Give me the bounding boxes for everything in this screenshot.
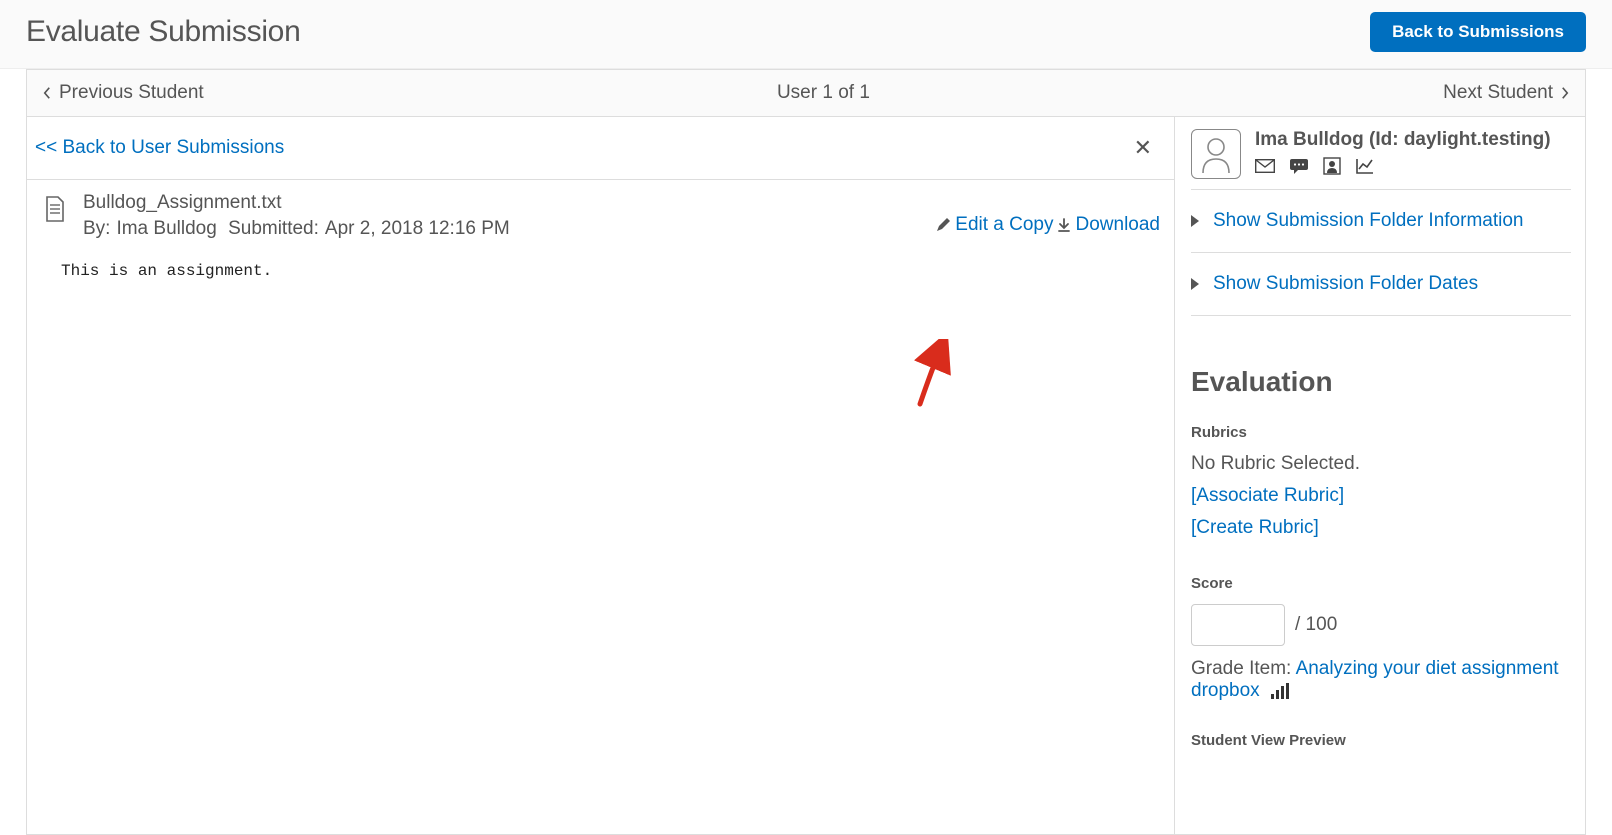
by-label: By:: [83, 218, 110, 239]
previous-student-button[interactable]: Previous Student: [41, 82, 204, 104]
back-to-user-submissions-link[interactable]: << Back to User Submissions: [35, 137, 284, 159]
edit-a-copy-label: Edit a Copy: [955, 214, 1053, 236]
rubrics-label: Rubrics: [1191, 424, 1571, 441]
page-title: Evaluate Submission: [26, 15, 300, 49]
bar-chart-icon[interactable]: [1271, 683, 1289, 699]
next-student-label: Next Student: [1443, 82, 1553, 104]
user-name: Ima Bulldog (Id: daylight.testing): [1255, 129, 1571, 151]
evaluation-heading: Evaluation: [1191, 315, 1571, 424]
profile-card-icon[interactable]: [1323, 157, 1341, 175]
show-folder-dates-label: Show Submission Folder Dates: [1213, 273, 1478, 295]
chevron-right-icon: [1559, 87, 1571, 99]
progress-chart-icon[interactable]: [1355, 157, 1375, 175]
file-document-icon: [44, 195, 66, 223]
avatar: [1191, 129, 1241, 179]
student-view-preview-label: Student View Preview: [1191, 732, 1571, 749]
triangle-right-icon: [1191, 278, 1199, 290]
associate-rubric-link[interactable]: [Associate Rubric]: [1191, 485, 1571, 507]
chat-icon[interactable]: [1289, 158, 1309, 174]
show-folder-info-label: Show Submission Folder Information: [1213, 210, 1523, 232]
download-link[interactable]: Download: [1056, 214, 1161, 236]
file-preview-content: This is an assignment.: [27, 254, 1174, 288]
score-input[interactable]: [1191, 604, 1285, 646]
student-nav-bar: Previous Student User 1 of 1 Next Studen…: [26, 69, 1586, 117]
next-student-button[interactable]: Next Student: [1443, 82, 1571, 104]
submitted-label: Submitted:: [228, 218, 319, 239]
chevron-left-icon: [41, 87, 53, 99]
back-to-submissions-button[interactable]: Back to Submissions: [1370, 12, 1586, 52]
score-label: Score: [1191, 575, 1571, 592]
show-folder-info-toggle[interactable]: Show Submission Folder Information: [1191, 189, 1571, 252]
show-folder-dates-toggle[interactable]: Show Submission Folder Dates: [1191, 252, 1571, 315]
pencil-icon: [935, 217, 951, 233]
annotation-arrow: [910, 339, 960, 409]
file-name: Bulldog_Assignment.txt: [83, 192, 935, 214]
grade-item-label: Grade Item:: [1191, 658, 1291, 679]
person-icon: [1199, 135, 1233, 173]
previous-student-label: Previous Student: [59, 82, 204, 104]
submitter-name: Ima Bulldog: [116, 218, 216, 239]
download-icon: [1056, 217, 1072, 233]
edit-a-copy-link[interactable]: Edit a Copy: [935, 214, 1053, 236]
create-rubric-link[interactable]: [Create Rubric]: [1191, 517, 1571, 539]
triangle-right-icon: [1191, 215, 1199, 227]
user-counter: User 1 of 1: [777, 82, 870, 104]
submitted-date: Apr 2, 2018 12:16 PM: [325, 218, 510, 239]
score-max: / 100: [1295, 614, 1337, 636]
no-rubric-text: No Rubric Selected.: [1191, 453, 1571, 475]
download-label: Download: [1076, 214, 1161, 236]
email-icon[interactable]: [1255, 159, 1275, 173]
close-icon[interactable]: ✕: [1126, 131, 1160, 165]
